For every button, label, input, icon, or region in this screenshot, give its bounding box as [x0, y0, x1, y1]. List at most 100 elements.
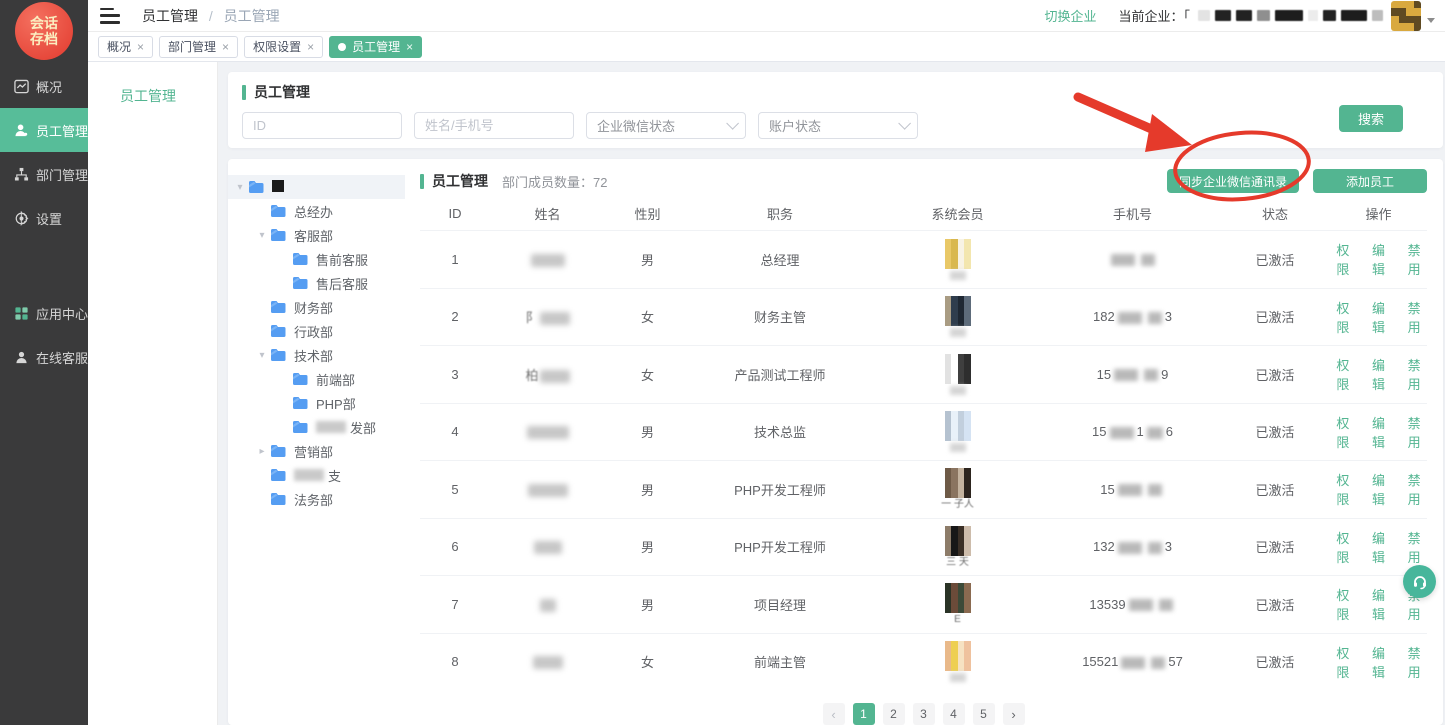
pagination-prev-icon[interactable]: ‹: [823, 703, 845, 725]
sidebar-item-员工管理[interactable]: 员工管理: [0, 108, 88, 152]
user-avatar[interactable]: [1391, 1, 1421, 31]
cell-status: 已激活: [1220, 250, 1330, 269]
tab-概况[interactable]: 概况 ×: [98, 36, 153, 58]
action-编辑[interactable]: 编辑: [1366, 643, 1392, 681]
cell-gender: 男: [605, 480, 690, 499]
action-禁用[interactable]: 禁用: [1401, 413, 1427, 451]
action-编辑[interactable]: 编辑: [1366, 528, 1392, 566]
tree-node-行政部[interactable]: 行政部: [228, 319, 405, 343]
cell-name: 阝: [490, 307, 605, 326]
tree-node[interactable]: ▾: [228, 175, 405, 199]
action-禁用[interactable]: 禁用: [1401, 470, 1427, 508]
tree-node-label: 营销部: [294, 442, 333, 461]
pagination-next-icon[interactable]: ›: [1003, 703, 1025, 725]
tree-node-label: 技术部: [294, 346, 333, 365]
folder-icon: [292, 252, 309, 266]
tree-expand-icon[interactable]: ▾: [232, 182, 248, 193]
pagination-page-2[interactable]: 2: [883, 703, 905, 725]
tree-node-label: 支: [294, 466, 341, 485]
id-input[interactable]: [242, 112, 402, 139]
tab-active-dot: [338, 43, 346, 51]
cell-phone: 1552157: [1045, 654, 1220, 669]
tree-expand-icon[interactable]: ▾: [254, 230, 270, 241]
action-权限[interactable]: 权限: [1330, 413, 1356, 451]
tree-node-法务部[interactable]: 法务部: [228, 487, 405, 511]
redacted-name: [534, 541, 562, 554]
tab-权限设置[interactable]: 权限设置 ×: [244, 36, 323, 58]
tab-close-icon[interactable]: ×: [137, 41, 144, 53]
redacted-phone: [1114, 369, 1138, 381]
sidebar-item-应用中心[interactable]: 应用中心: [0, 291, 88, 335]
tree-node-总经办[interactable]: 总经办: [228, 199, 405, 223]
pagination-page-3[interactable]: 3: [913, 703, 935, 725]
pagination-page-1[interactable]: 1: [853, 703, 875, 725]
tree-expand-icon[interactable]: ▸: [254, 446, 270, 457]
logo-line2: 存档: [30, 31, 58, 47]
tab-close-icon[interactable]: ×: [307, 41, 314, 53]
tab-close-icon[interactable]: ×: [406, 41, 413, 53]
action-禁用[interactable]: 禁用: [1401, 643, 1427, 681]
sync-wechat-contacts-button[interactable]: 同步企业微信通讯录: [1167, 169, 1299, 193]
cell-system-member: [870, 296, 1045, 337]
member-caption: E: [954, 615, 961, 625]
action-编辑[interactable]: 编辑: [1366, 585, 1392, 623]
tree-node-售后客服[interactable]: 售后客服: [228, 271, 405, 295]
tree-node-财务部[interactable]: 财务部: [228, 295, 405, 319]
breadcrumb-first[interactable]: 员工管理: [142, 8, 198, 24]
action-权限[interactable]: 权限: [1330, 585, 1356, 623]
breadcrumb-separator: /: [209, 8, 213, 24]
tree-node-售前客服[interactable]: 售前客服: [228, 247, 405, 271]
online-service-float-button[interactable]: [1403, 565, 1436, 598]
action-禁用[interactable]: 禁用: [1401, 355, 1427, 393]
sidebar-item-部门管理[interactable]: 部门管理: [0, 152, 88, 196]
sidebar-item-在线客服[interactable]: 在线客服: [0, 335, 88, 379]
add-employee-button[interactable]: 添加员工: [1313, 169, 1427, 193]
tree-node-前端部[interactable]: 前端部: [228, 367, 405, 391]
cell-system-member: 一 子人: [870, 468, 1045, 510]
column-header-手机号: 手机号: [1045, 204, 1220, 223]
tree-expand-icon[interactable]: ▾: [254, 350, 270, 361]
action-编辑[interactable]: 编辑: [1366, 240, 1392, 278]
account-status-select[interactable]: 账户状态: [758, 112, 918, 139]
tab-label: 概况: [107, 38, 131, 55]
action-禁用[interactable]: 禁用: [1401, 528, 1427, 566]
wechat-status-select[interactable]: 企业微信状态: [586, 112, 746, 139]
pagination-page-5[interactable]: 5: [973, 703, 995, 725]
action-权限[interactable]: 权限: [1330, 240, 1356, 278]
action-编辑[interactable]: 编辑: [1366, 413, 1392, 451]
action-权限[interactable]: 权限: [1330, 298, 1356, 336]
user-menu-caret-icon[interactable]: [1427, 18, 1435, 23]
sidebar-item-概况[interactable]: 概况: [0, 64, 88, 108]
redacted-phone: [1110, 427, 1134, 439]
tree-node-客服部[interactable]: ▾ 客服部: [228, 223, 405, 247]
name-phone-input[interactable]: [414, 112, 574, 139]
action-权限[interactable]: 权限: [1330, 643, 1356, 681]
sidebar-item-设置[interactable]: 设置: [0, 196, 88, 240]
table-row: 2 阝 女 财务主管 1823 已激活 权限编辑禁用: [420, 288, 1427, 346]
collapse-menu-icon[interactable]: [100, 8, 120, 24]
action-编辑[interactable]: 编辑: [1366, 298, 1392, 336]
tree-node-发部[interactable]: 发部: [228, 415, 405, 439]
action-编辑[interactable]: 编辑: [1366, 355, 1392, 393]
tree-node-技术部[interactable]: ▾ 技术部: [228, 343, 405, 367]
pagination-page-4[interactable]: 4: [943, 703, 965, 725]
cell-status: 已激活: [1220, 595, 1330, 614]
search-button[interactable]: 搜索: [1339, 105, 1403, 132]
action-权限[interactable]: 权限: [1330, 528, 1356, 566]
action-禁用[interactable]: 禁用: [1401, 240, 1427, 278]
switch-company-link[interactable]: 切换企业: [1044, 6, 1096, 25]
grid-icon: [13, 305, 29, 321]
tree-node-PHP部[interactable]: PHP部: [228, 391, 405, 415]
tree-node-label: 法务部: [294, 490, 333, 509]
action-编辑[interactable]: 编辑: [1366, 470, 1392, 508]
action-禁用[interactable]: 禁用: [1401, 298, 1427, 336]
action-权限[interactable]: 权限: [1330, 355, 1356, 393]
chevron-down-icon: [726, 117, 739, 130]
tab-员工管理[interactable]: 员工管理 ×: [329, 36, 422, 58]
tab-close-icon[interactable]: ×: [222, 41, 229, 53]
tab-部门管理[interactable]: 部门管理 ×: [159, 36, 238, 58]
action-权限[interactable]: 权限: [1330, 470, 1356, 508]
tree-node-支[interactable]: 支: [228, 463, 405, 487]
tree-node-营销部[interactable]: ▸ 营销部: [228, 439, 405, 463]
secondary-menu-item-employees[interactable]: 员工管理: [88, 62, 217, 106]
